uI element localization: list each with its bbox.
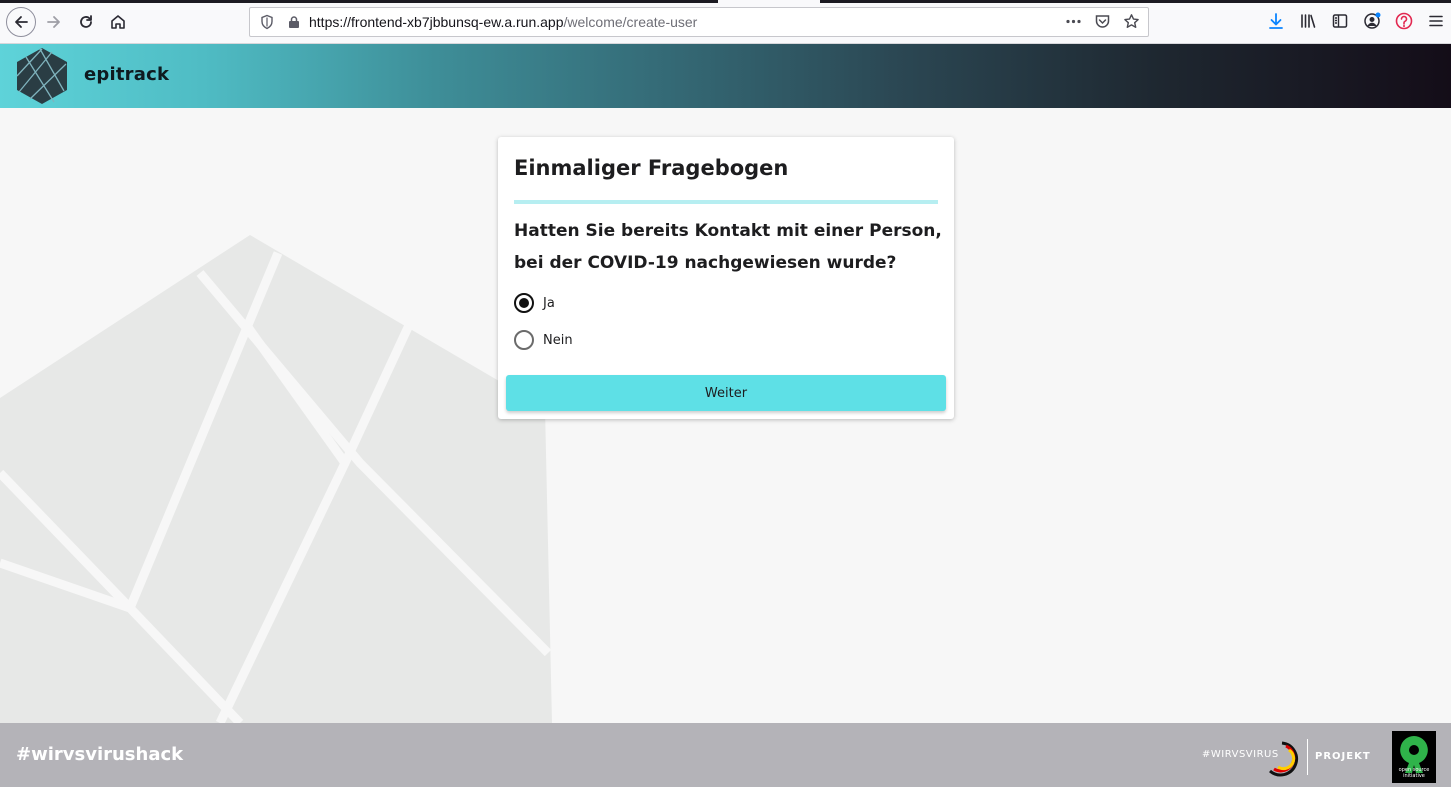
home-icon [111,15,125,29]
arrow-left-icon [15,16,28,28]
wirvsvirus-text: #WIRVSVIRUS [1202,749,1279,760]
url-host: https://frontend-xb7jbbunsq-ew.a.run.app [309,14,564,30]
open-source-initiative-logo[interactable]: open source initiative [1392,731,1436,783]
forward-button[interactable] [40,8,68,36]
radio-label-nein[interactable]: Nein [543,333,573,348]
library-icon[interactable] [1299,12,1317,30]
account-icon[interactable] [1363,12,1381,30]
back-button[interactable] [6,7,36,37]
epitrack-logo[interactable] [14,46,70,106]
lock-icon[interactable] [287,15,301,29]
background-hexagon-decoration [0,235,552,723]
more-icon[interactable] [1065,13,1082,30]
download-icon[interactable] [1267,12,1285,30]
radio-button-nein[interactable] [514,330,534,350]
pocket-icon[interactable] [1094,13,1111,30]
projekt-label: PROJEKT [1315,751,1371,762]
app-name[interactable]: epitrack [84,64,169,85]
radio-option-ja[interactable]: Ja [514,293,555,313]
reload-icon [80,15,92,28]
osi-text: open source initiative [1398,767,1430,779]
url-path: /welcome/create-user [563,14,698,30]
questionnaire-card: Einmaliger Fragebogen Hatten Sie bereits… [498,137,954,419]
title-divider [514,200,938,204]
footer: #wirvsvirushack #WIRVSVIRUS PROJEKT open… [0,723,1451,787]
url-bar[interactable]: https://frontend-xb7jbbunsq-ew.a.run.app… [249,7,1149,37]
radio-option-nein[interactable]: Nein [514,330,573,350]
tab-strip-left [0,0,718,3]
sidebar-icon[interactable] [1331,12,1349,30]
card-title: Einmaliger Fragebogen [514,156,789,180]
extension-icon[interactable] [1395,12,1413,30]
weiter-button[interactable]: Weiter [506,375,946,411]
url-text[interactable]: https://frontend-xb7jbbunsq-ew.a.run.app… [309,14,697,30]
reload-button[interactable] [72,8,100,36]
question-text: Hatten Sie bereits Kontakt mit einer Per… [514,221,942,273]
shield-icon[interactable] [259,14,275,30]
arrow-right-icon [47,16,60,28]
bookmark-star-icon[interactable] [1123,13,1140,30]
browser-toolbar: https://frontend-xb7jbbunsq-ew.a.run.app… [0,0,1451,44]
radio-button-ja[interactable] [514,293,534,313]
home-button[interactable] [104,8,132,36]
tab-strip-right [820,0,1451,3]
radio-label-ja[interactable]: Ja [543,296,555,311]
menu-icon[interactable] [1427,12,1445,30]
app-header: epitrack [0,44,1451,108]
footer-hashtag: #wirvsvirushack [16,744,184,765]
footer-divider [1307,739,1308,775]
